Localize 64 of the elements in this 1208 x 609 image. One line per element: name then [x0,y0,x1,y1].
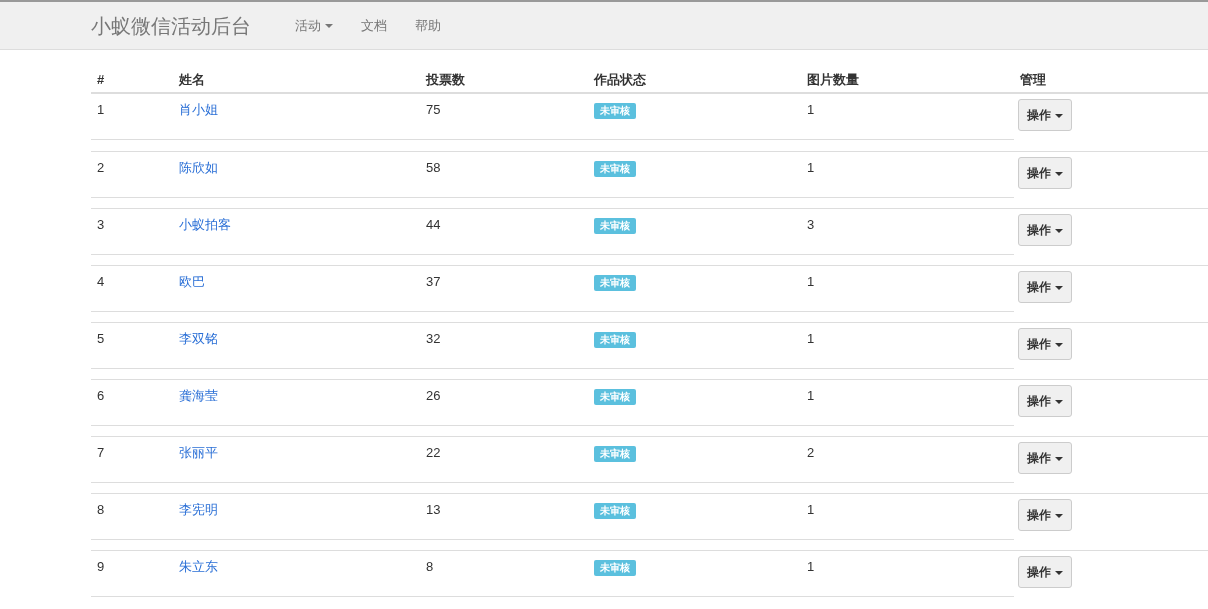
row-number: 3 [97,217,105,232]
row-number: 1 [97,102,105,117]
name-link[interactable]: 小蚁拍客 [179,217,231,232]
column-header: # [96,71,106,89]
name-link[interactable]: 张丽平 [179,445,218,460]
vote-count: 8 [426,559,434,574]
image-count: 1 [807,274,815,289]
column-header: 图片数量 [806,71,860,89]
image-count: 1 [807,388,815,403]
row-number: 4 [97,274,105,289]
status-badge: 未审核 [594,275,636,291]
nav-link[interactable]: 文档 [347,15,401,36]
vote-count: 37 [426,274,441,289]
action-dropdown-button[interactable]: 操作 [1018,214,1072,247]
vote-count: 26 [426,388,441,403]
vote-count: 75 [426,102,441,117]
column-header: 作品状态 [592,71,647,89]
status-badge: 未审核 [594,560,636,576]
action-dropdown-button[interactable]: 操作 [1018,271,1072,304]
name-link[interactable]: 李双铭 [179,331,218,346]
status-badge: 未审核 [594,389,636,405]
name-link[interactable]: 龚海莹 [179,388,218,403]
row-number: 8 [97,502,105,517]
row-number: 7 [97,445,105,460]
name-link[interactable]: 朱立东 [179,559,218,574]
vote-count: 58 [426,160,441,175]
image-count: 2 [807,445,815,460]
row-number: 9 [97,559,105,574]
action-dropdown-button[interactable]: 操作 [1018,328,1072,361]
name-link[interactable]: 欧巴 [179,274,205,289]
action-dropdown-button[interactable]: 操作 [1018,385,1072,418]
action-dropdown-button[interactable]: 操作 [1018,556,1072,589]
row-number: 5 [97,331,105,346]
image-count: 1 [807,559,815,574]
image-count: 1 [807,160,815,175]
row-number: 2 [97,160,105,175]
column-header: 管理 [1019,71,1047,89]
nav-dropdown[interactable]: 活动 [281,15,347,36]
image-count: 1 [807,102,815,117]
name-link[interactable]: 陈欣如 [179,160,218,175]
vote-count: 13 [426,502,441,517]
action-dropdown-button[interactable]: 操作 [1018,157,1072,190]
column-header: 姓名 [178,71,206,89]
status-badge: 未审核 [594,161,636,177]
image-count: 3 [807,217,815,232]
action-dropdown-button[interactable]: 操作 [1018,442,1072,475]
name-link[interactable]: 李宪明 [179,502,218,517]
status-badge: 未审核 [594,503,636,519]
status-badge: 未审核 [594,103,636,119]
image-count: 1 [807,502,815,517]
nav-link[interactable]: 帮助 [401,15,455,36]
status-badge: 未审核 [594,446,636,462]
action-dropdown-button[interactable]: 操作 [1018,499,1072,532]
row-number: 6 [97,388,105,403]
name-link[interactable]: 肖小姐 [179,102,218,117]
status-badge: 未审核 [594,218,636,234]
app-title: 小蚁微信活动后台 [91,13,251,39]
vote-count: 22 [426,445,441,460]
action-dropdown-button[interactable]: 操作 [1018,99,1072,132]
image-count: 1 [807,331,815,346]
column-header: 投票数 [424,71,466,89]
status-badge: 未审核 [594,332,636,348]
vote-count: 44 [426,217,441,232]
vote-count: 32 [426,331,441,346]
